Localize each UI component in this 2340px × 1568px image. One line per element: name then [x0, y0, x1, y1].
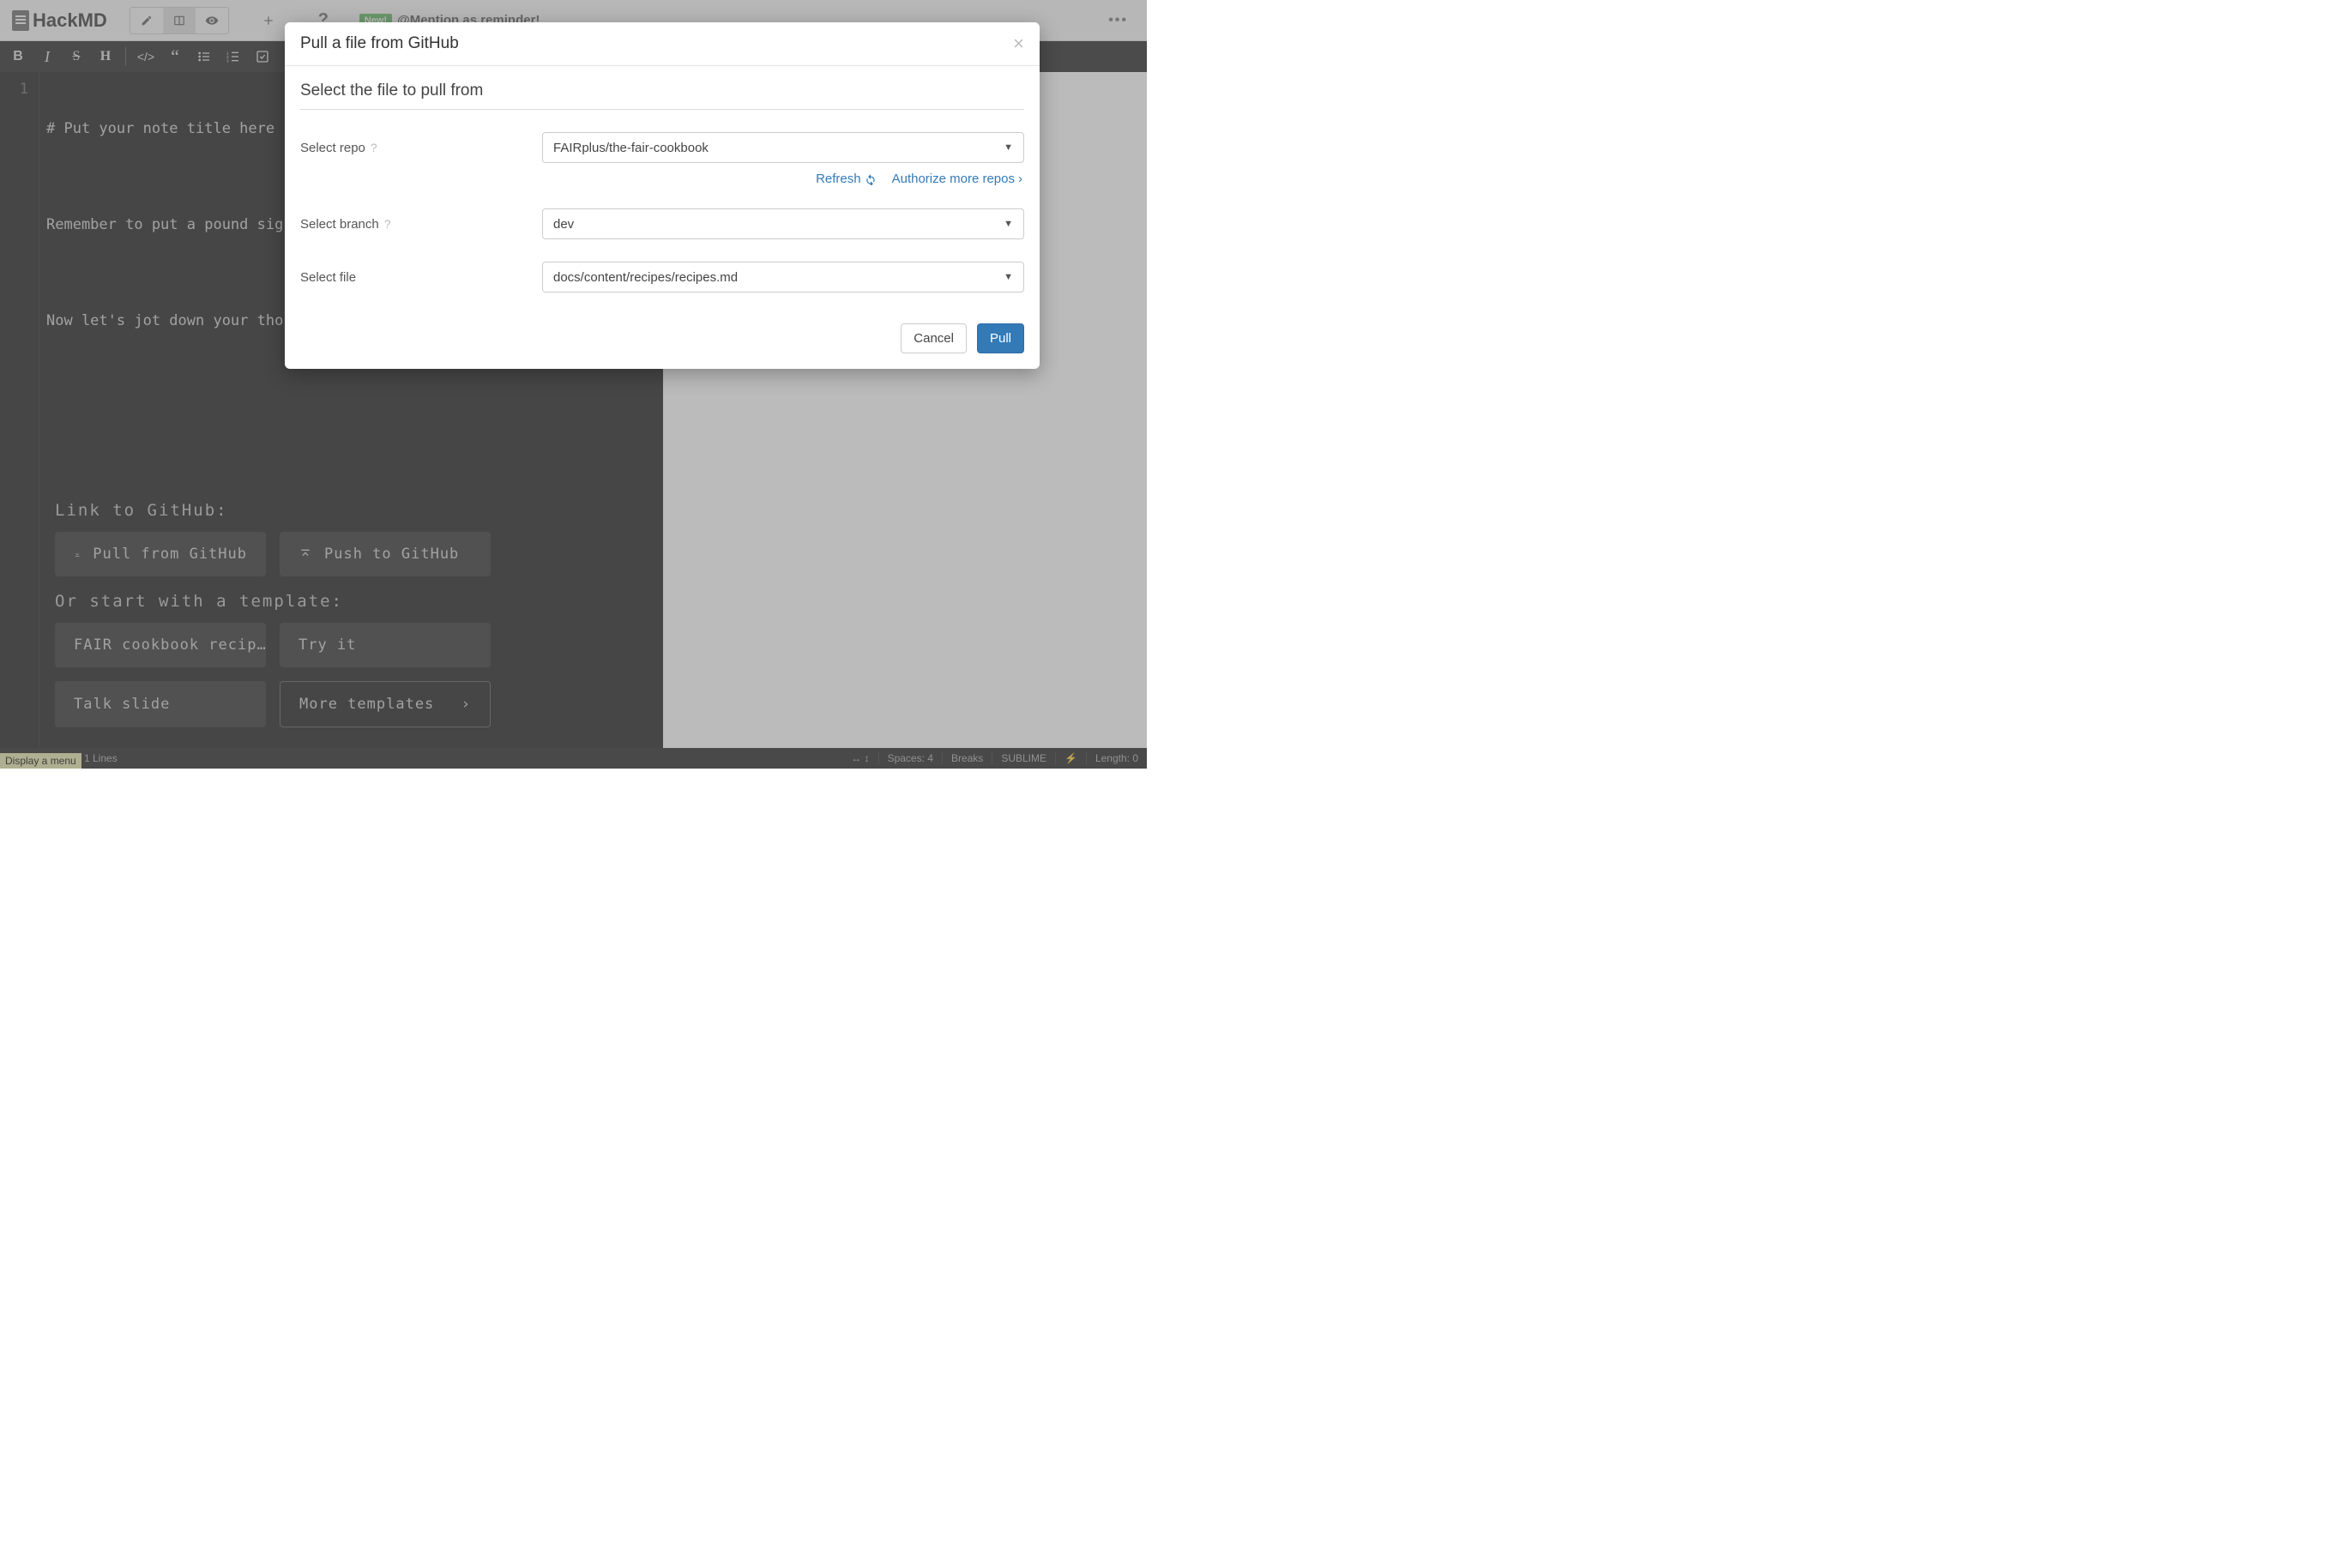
- modal-header: Pull a file from GitHub ×: [285, 22, 1040, 66]
- branch-row: Select branch ? dev ▼: [300, 208, 1024, 239]
- file-select[interactable]: docs/content/recipes/recipes.md ▼: [542, 262, 1024, 292]
- caret-down-icon: ▼: [1004, 219, 1013, 229]
- select-value: docs/content/recipes/recipes.md: [553, 270, 738, 285]
- refresh-link[interactable]: Refresh: [816, 172, 877, 186]
- modal-body: Select the file to pull from Select repo…: [285, 66, 1040, 308]
- help-icon[interactable]: ?: [371, 141, 377, 154]
- close-button[interactable]: ×: [1013, 33, 1024, 55]
- repo-links: Refresh Authorize more repos ›: [300, 163, 1024, 186]
- select-value: FAIRplus/the-fair-cookbook: [553, 141, 709, 155]
- label-text: Select repo: [300, 141, 365, 155]
- refresh-icon: [865, 173, 877, 185]
- label-text: Select file: [300, 270, 356, 285]
- cancel-button[interactable]: Cancel: [901, 323, 967, 353]
- repo-label: Select repo ?: [300, 141, 542, 155]
- link-text: Authorize more repos: [892, 172, 1015, 186]
- branch-select[interactable]: dev ▼: [542, 208, 1024, 239]
- modal-subtitle: Select the file to pull from: [300, 76, 1024, 110]
- select-value: dev: [553, 217, 574, 232]
- label-text: Select branch: [300, 217, 379, 232]
- modal-title: Pull a file from GitHub: [300, 34, 459, 53]
- modal-footer: Cancel Pull: [285, 308, 1040, 369]
- file-label: Select file: [300, 270, 542, 285]
- caret-down-icon: ▼: [1004, 142, 1013, 153]
- branch-label: Select branch ?: [300, 217, 542, 232]
- file-row: Select file docs/content/recipes/recipes…: [300, 262, 1024, 292]
- chevron-right-icon: ›: [1018, 172, 1022, 186]
- authorize-link[interactable]: Authorize more repos ›: [892, 172, 1022, 186]
- pull-button[interactable]: Pull: [977, 323, 1024, 353]
- help-icon[interactable]: ?: [384, 217, 391, 231]
- github-pull-modal: Pull a file from GitHub × Select the fil…: [285, 22, 1040, 369]
- caret-down-icon: ▼: [1004, 272, 1013, 282]
- repo-select[interactable]: FAIRplus/the-fair-cookbook ▼: [542, 132, 1024, 163]
- link-text: Refresh: [816, 172, 861, 186]
- repo-row: Select repo ? FAIRplus/the-fair-cookbook…: [300, 132, 1024, 163]
